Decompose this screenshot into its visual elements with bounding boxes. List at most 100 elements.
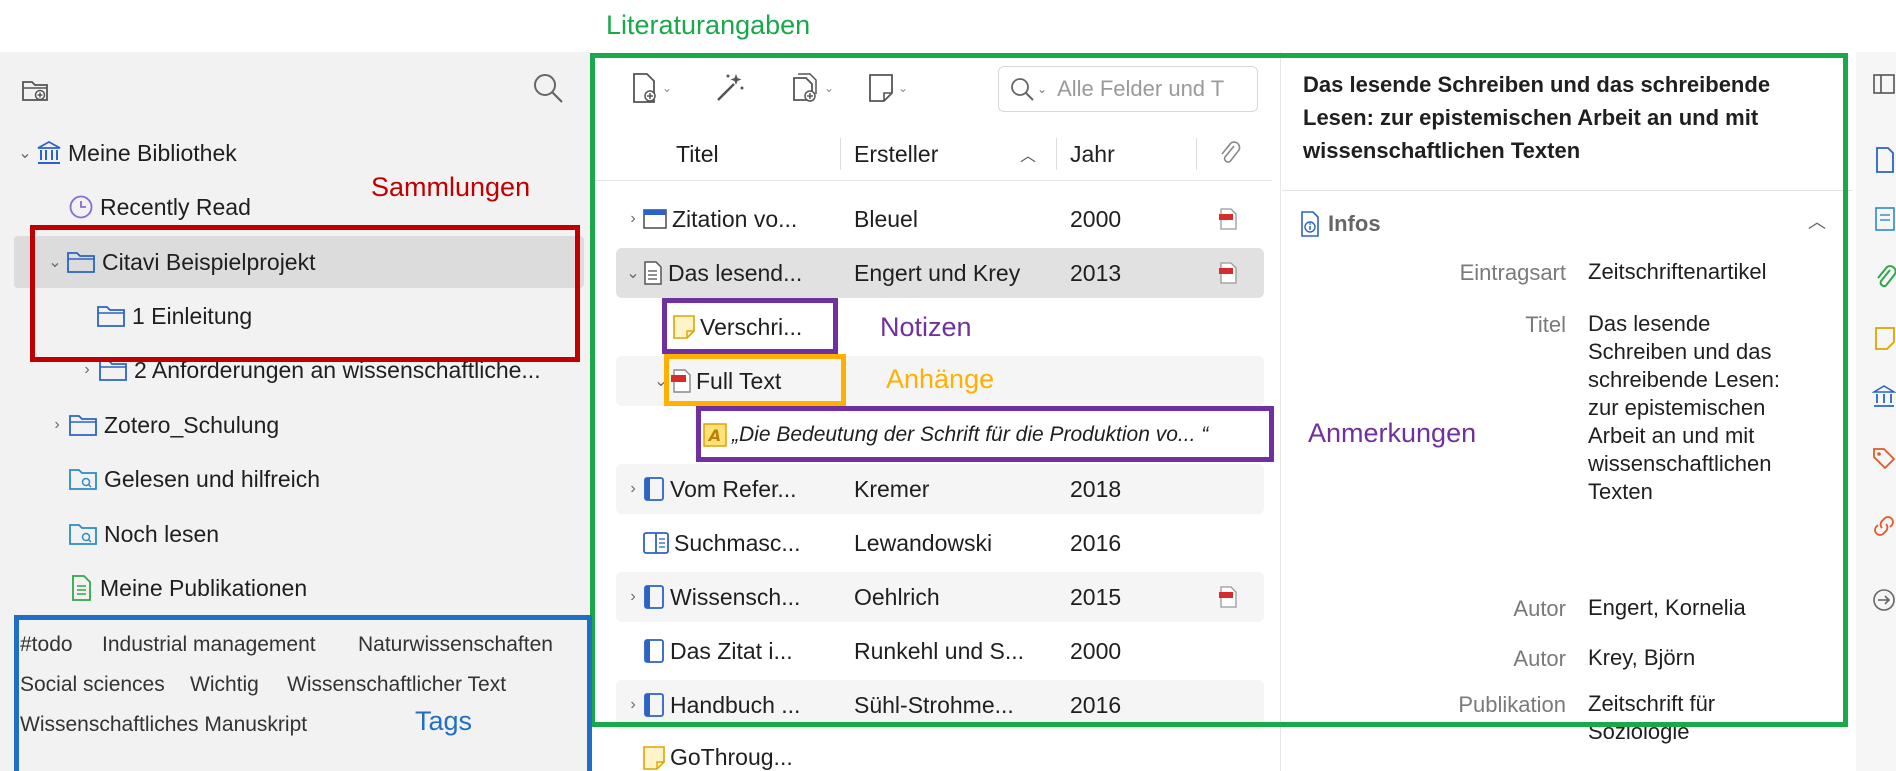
- tag[interactable]: Wichtig: [190, 673, 259, 697]
- item-title: Wissensch...: [670, 583, 801, 610]
- item-search-box[interactable]: ⌄: [998, 66, 1258, 112]
- item-row[interactable]: › Vom Refer... Kremer 2018: [616, 464, 1264, 514]
- note-icon: [642, 745, 666, 771]
- toggle-pane-icon[interactable]: [1872, 72, 1896, 96]
- new-note-button[interactable]: ⌄: [866, 68, 908, 108]
- item-detail-title[interactable]: Das lesende Schreiben und das schreibend…: [1303, 68, 1823, 167]
- saved-search-gelesen[interactable]: Gelesen und hilfreich: [14, 453, 598, 505]
- column-creator-header[interactable]: Ersteller: [854, 128, 938, 180]
- locate-sidenav-icon[interactable]: [1872, 588, 1896, 612]
- item-row[interactable]: › Zitation vo... Bleuel 2000: [616, 194, 1264, 244]
- tags-sidenav-icon[interactable]: [1872, 446, 1896, 472]
- chevron-down-icon: ⌄: [898, 81, 909, 95]
- related-sidenav-icon[interactable]: [1872, 514, 1896, 538]
- field-label: Publikation: [1458, 692, 1566, 717]
- info-sidenav-icon[interactable]: [1874, 146, 1896, 174]
- column-separator[interactable]: [1056, 138, 1057, 170]
- item-row[interactable]: Das Zitat i... Runkehl und S... 2000: [616, 626, 1264, 676]
- collection-zotero-schulung[interactable]: › Zotero_Schulung: [14, 399, 598, 451]
- item-title: Das Zitat i...: [670, 637, 793, 664]
- field-value[interactable]: Engert, Kornelia: [1588, 594, 1746, 622]
- collapse-section-icon[interactable]: ︿: [1808, 208, 1826, 234]
- chevron-right-icon[interactable]: ›: [624, 210, 642, 228]
- chevron-right-icon[interactable]: ›: [624, 696, 642, 714]
- chevron-right-icon[interactable]: ›: [624, 588, 642, 606]
- collection-2-anforderungen[interactable]: › 2 Anforderungen an wissenschaftliche..…: [14, 344, 598, 396]
- field-value[interactable]: Zeitschrift für Soziologie: [1588, 690, 1788, 746]
- chevron-right-icon[interactable]: ›: [46, 416, 68, 434]
- add-by-identifier-button[interactable]: [714, 68, 746, 108]
- column-year-header[interactable]: Jahr: [1070, 128, 1115, 180]
- chevron-down-icon[interactable]: ⌄: [1037, 82, 1047, 96]
- annotation-label-anmerkungen: Anmerkungen: [1308, 418, 1477, 448]
- collection-label: 1 Einleitung: [132, 302, 253, 329]
- item-year: 2013: [1070, 259, 1122, 286]
- search-icon[interactable]: [532, 72, 564, 104]
- item-title: Das lesend...: [668, 259, 803, 286]
- annotation-label-anhaenge: Anhänge: [886, 364, 995, 394]
- item-row-selected[interactable]: ⌄ Das lesend... Engert und Krey 2013: [616, 248, 1264, 298]
- tag[interactable]: Wissenschaftliches Manuskript: [20, 713, 307, 737]
- item-creator: Engert und Krey: [854, 259, 1021, 286]
- attachments-sidenav-icon[interactable]: [1874, 264, 1896, 292]
- pdf-icon: [670, 368, 692, 394]
- collection-label: Noch lesen: [104, 520, 220, 547]
- field-value[interactable]: Zeitschriftenartikel: [1588, 258, 1767, 286]
- item-year: 2000: [1070, 205, 1122, 232]
- book-icon: [642, 584, 666, 610]
- saved-search-noch-lesen[interactable]: Noch lesen: [14, 508, 598, 560]
- search-input[interactable]: [1055, 75, 1230, 103]
- attachment-column-icon[interactable]: [1218, 128, 1242, 180]
- item-creator: Sühl-Strohme...: [854, 691, 1014, 718]
- tag[interactable]: Naturwissenschaften: [358, 633, 553, 657]
- chevron-down-icon[interactable]: ⌄: [624, 263, 642, 283]
- notes-sidenav-icon[interactable]: [1874, 326, 1896, 352]
- item-title: GoThroug...: [670, 744, 793, 770]
- chevron-right-icon[interactable]: ›: [624, 480, 642, 498]
- item-row[interactable]: › Handbuch ... Sühl-Strohme... 2016: [616, 680, 1264, 730]
- field-label: Titel: [1525, 312, 1566, 337]
- column-separator[interactable]: [840, 138, 841, 170]
- chevron-down-icon[interactable]: ⌄: [652, 371, 670, 391]
- tag[interactable]: Industrial management: [102, 633, 316, 657]
- item-title: Full Text: [696, 367, 782, 394]
- tag[interactable]: Wissenschaftlicher Text: [287, 673, 506, 697]
- item-title: Zitation vo...: [672, 205, 798, 232]
- collection-citavi-beispielprojekt[interactable]: ⌄ Citavi Beispielprojekt: [14, 236, 584, 288]
- sort-ascending-icon[interactable]: ︿: [1020, 128, 1036, 180]
- item-row[interactable]: › Wissensch... Oehlrich 2015: [616, 572, 1264, 622]
- pdf-icon[interactable]: [1218, 248, 1248, 298]
- new-item-button[interactable]: ⌄: [630, 68, 672, 108]
- column-title-header[interactable]: Titel: [676, 128, 719, 180]
- collection-1-einleitung[interactable]: 1 Einleitung: [14, 290, 598, 342]
- annotation-label-sammlungen: Sammlungen: [371, 172, 531, 202]
- field-value[interactable]: Das lesende Schreiben und das schreibend…: [1588, 310, 1798, 506]
- add-attachment-button[interactable]: ⌄: [790, 68, 834, 108]
- chevron-right-icon[interactable]: ›: [76, 361, 98, 379]
- chevron-down-icon: ⌄: [662, 81, 673, 95]
- item-creator: Kremer: [854, 475, 930, 502]
- book-icon: [642, 692, 666, 718]
- tag[interactable]: Social sciences: [20, 673, 165, 697]
- my-publications[interactable]: Meine Publikationen: [14, 562, 598, 614]
- item-creator: Oehlrich: [854, 583, 940, 610]
- chevron-down-icon[interactable]: ⌄: [14, 143, 36, 163]
- annotation-label-tags: Tags: [415, 706, 473, 736]
- field-label: Autor: [1513, 596, 1566, 621]
- item-row[interactable]: GoThroug...: [616, 734, 1264, 771]
- pdf-icon[interactable]: [1218, 572, 1248, 622]
- annotation-row[interactable]: A „Die Bedeutung der Schrift für die Pro…: [616, 410, 1264, 460]
- new-collection-icon[interactable]: [20, 74, 50, 104]
- chevron-down-icon[interactable]: ⌄: [44, 252, 66, 272]
- abstract-sidenav-icon[interactable]: [1874, 206, 1896, 232]
- item-creator: Lewandowski: [854, 529, 993, 556]
- item-title: Verschri...: [700, 313, 803, 340]
- item-row[interactable]: Suchmasc... Lewandowski 2016: [616, 518, 1264, 568]
- tag[interactable]: #todo: [20, 633, 73, 657]
- libraries-collections-sidenav-icon[interactable]: [1872, 384, 1896, 410]
- pdf-icon[interactable]: [1218, 194, 1248, 244]
- info-section-header[interactable]: Infos: [1298, 206, 1381, 242]
- item-title: Handbuch ...: [670, 691, 801, 718]
- column-separator[interactable]: [1196, 138, 1197, 170]
- field-value[interactable]: Krey, Björn: [1588, 644, 1695, 672]
